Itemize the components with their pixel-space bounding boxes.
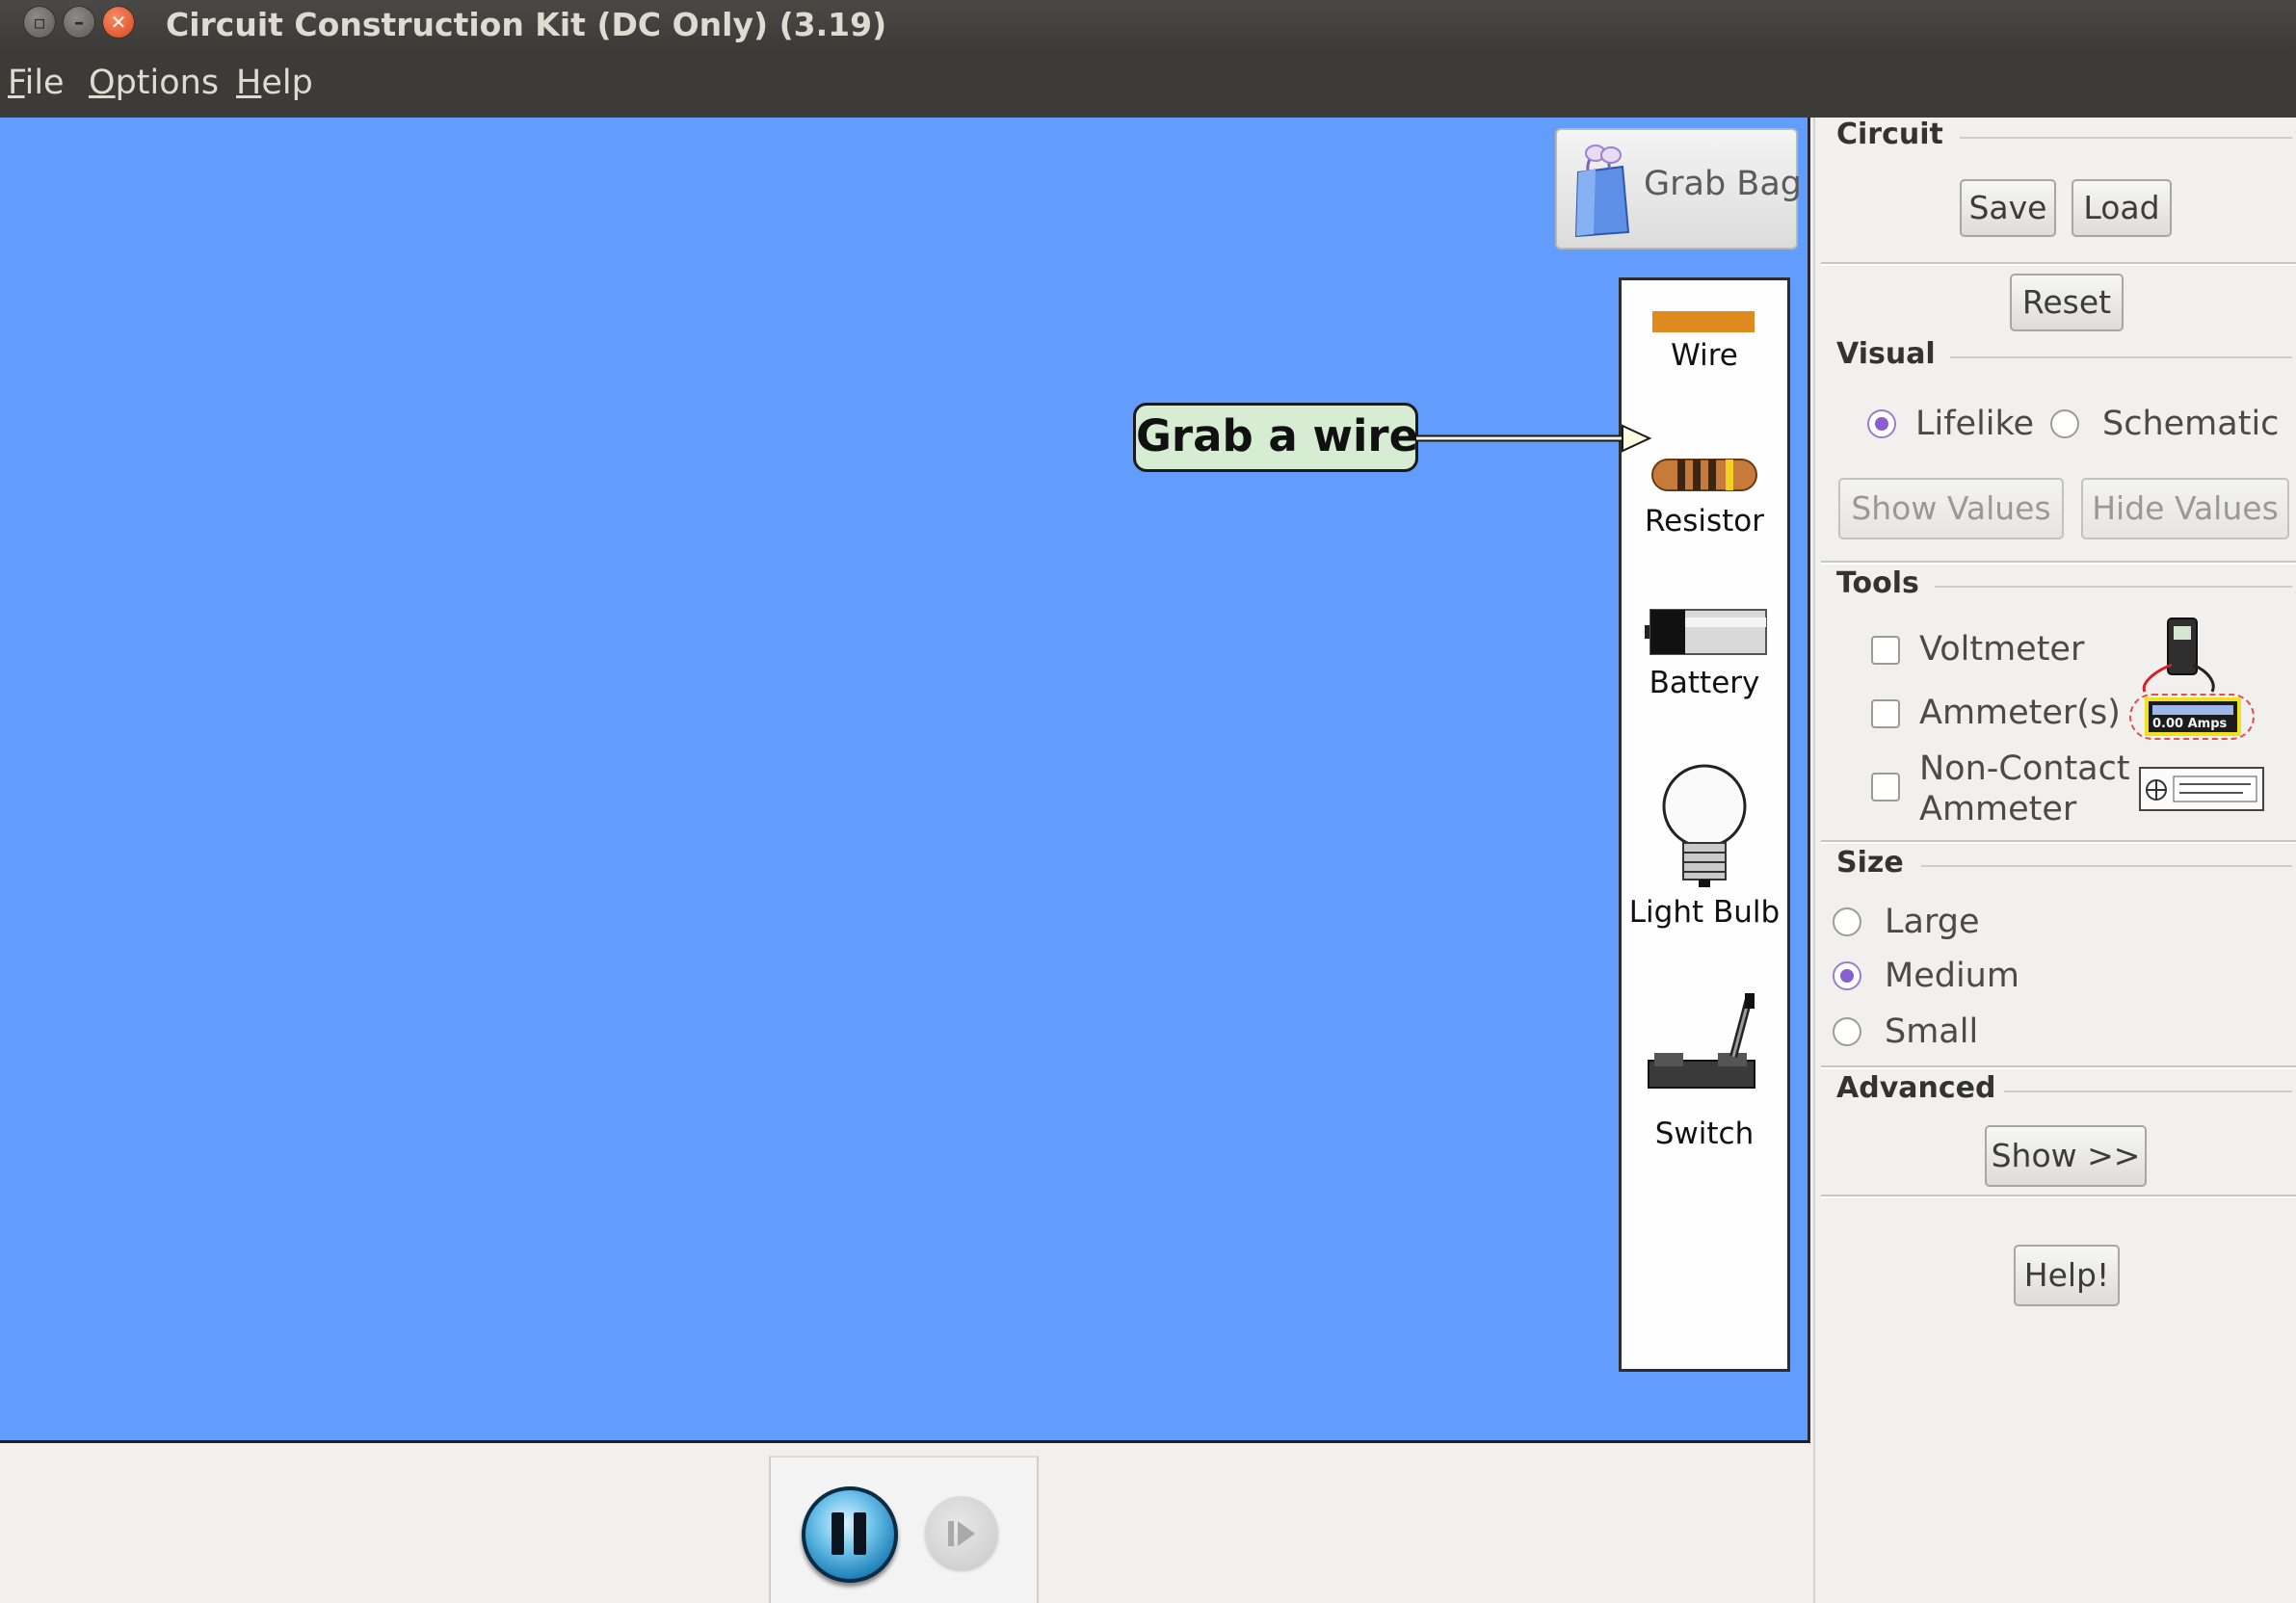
menu-help-label: elp [261,64,313,102]
help-button[interactable]: Help! [2014,1245,2120,1306]
reset-button[interactable]: Reset [2010,274,2124,331]
step-icon [948,1521,975,1546]
size-section-title: Size [1836,846,1904,880]
clock-control-panel [769,1456,1039,1603]
toolbox-battery-label: Battery [1649,666,1760,700]
circuit-canvas[interactable] [0,118,1810,1443]
bag-icon [1574,145,1630,238]
step-button[interactable] [925,1496,998,1569]
menu-help[interactable]: Help [236,60,313,106]
schematic-label: Schematic [2102,405,2280,443]
close-button[interactable]: ✕ [102,6,135,39]
ammeter-bar [2152,705,2233,715]
size-medium-radio[interactable] [1833,961,1861,990]
toolbox-item-light-bulb[interactable]: Light Bulb [1622,762,1787,930]
divider [1821,1195,2296,1198]
pause-button[interactable] [802,1486,898,1583]
advanced-show-button[interactable]: Show >> [1985,1125,2147,1187]
size-medium-label: Medium [1885,957,2019,995]
menu-options-mnemonic: O [89,64,116,102]
ammeter-checkbox[interactable] [1871,699,1900,728]
light-bulb-icon [1662,764,1747,887]
divider [1821,561,2296,565]
ammeter-preview: 0.00 Amps [2129,694,2255,740]
lifelike-label: Lifelike [1915,405,2035,443]
size-large-radio[interactable] [1833,907,1861,936]
size-small-label: Small [1885,1012,1979,1051]
maximize-button[interactable]: ▫ [23,6,56,39]
menu-options-label: ptions [115,64,220,102]
voltmeter-icon [2142,618,2215,693]
divider [1821,1065,2296,1069]
tooltip-arrow-icon [1416,424,1652,453]
toolbox-switch-label: Switch [1654,1117,1755,1151]
window-title: Circuit Construction Kit (DC Only) (3.19… [166,6,887,43]
ammeter-label: Ammeter(s) [1919,694,2121,732]
menu-file-label: ile [24,64,65,102]
size-large-label: Large [1885,903,1980,941]
toolbox-item-wire[interactable]: Wire [1622,300,1787,386]
voltmeter-checkbox[interactable] [1871,636,1900,665]
noncontact-ammeter-checkbox[interactable] [1871,773,1900,802]
menu-bar: File Options Help [0,52,2296,118]
title-bar: ▫ – ✕ Circuit Construction Kit (DC Only)… [0,0,2296,52]
minimize-button[interactable]: – [63,6,95,39]
wire-icon [1652,311,1755,332]
toolbox-item-switch[interactable]: Switch [1622,993,1787,1157]
noncontact-label-line1: Non-Contact [1919,749,2130,788]
show-values-button[interactable]: Show Values [1838,478,2064,539]
advanced-section-title: Advanced [1836,1071,1996,1105]
lifelike-radio[interactable] [1867,409,1896,438]
grab-wire-tooltip: Grab a wire [1133,403,1418,472]
toolbox-resistor-label: Resistor [1645,504,1764,539]
hide-values-button[interactable]: Hide Values [2081,478,2289,539]
ammeter-readout: 0.00 Amps [2152,717,2228,731]
menu-file[interactable]: File [8,60,65,106]
resistor-icon [1651,459,1757,491]
tools-section-title: Tools [1836,566,1919,600]
toolbox-item-resistor[interactable]: Resistor [1622,444,1787,550]
toolbox-item-battery[interactable]: Battery [1622,598,1787,714]
voltmeter-label: Voltmeter [1919,630,2085,669]
load-button[interactable]: Load [2072,179,2172,237]
noncontact-label-line2: Ammeter [1919,790,2077,828]
toolbox-light-bulb-label: Light Bulb [1628,895,1781,930]
switch-icon [1648,993,1755,1089]
toolbox-wire-label: Wire [1671,338,1738,373]
save-button[interactable]: Save [1960,179,2056,237]
circuit-section-title: Circuit [1836,118,1943,151]
schematic-radio[interactable] [2050,409,2079,438]
menu-options[interactable]: Options [89,60,219,106]
size-small-radio[interactable] [1833,1017,1861,1046]
battery-icon [1645,609,1767,655]
divider [1821,262,2296,266]
menu-file-mnemonic: F [8,64,25,102]
divider [1821,840,2296,844]
noncontact-ammeter-icon [2139,767,2264,811]
grab-bag-label: Grab Bag [1644,165,1802,203]
menu-help-mnemonic: H [236,64,262,102]
visual-section-title: Visual [1836,337,1936,371]
ammeter-display: 0.00 Amps [2145,697,2241,736]
grab-bag-button[interactable]: Grab Bag [1555,128,1802,250]
control-panel: Circuit Save Load Reset Visual Lifelike … [1813,118,2296,1603]
